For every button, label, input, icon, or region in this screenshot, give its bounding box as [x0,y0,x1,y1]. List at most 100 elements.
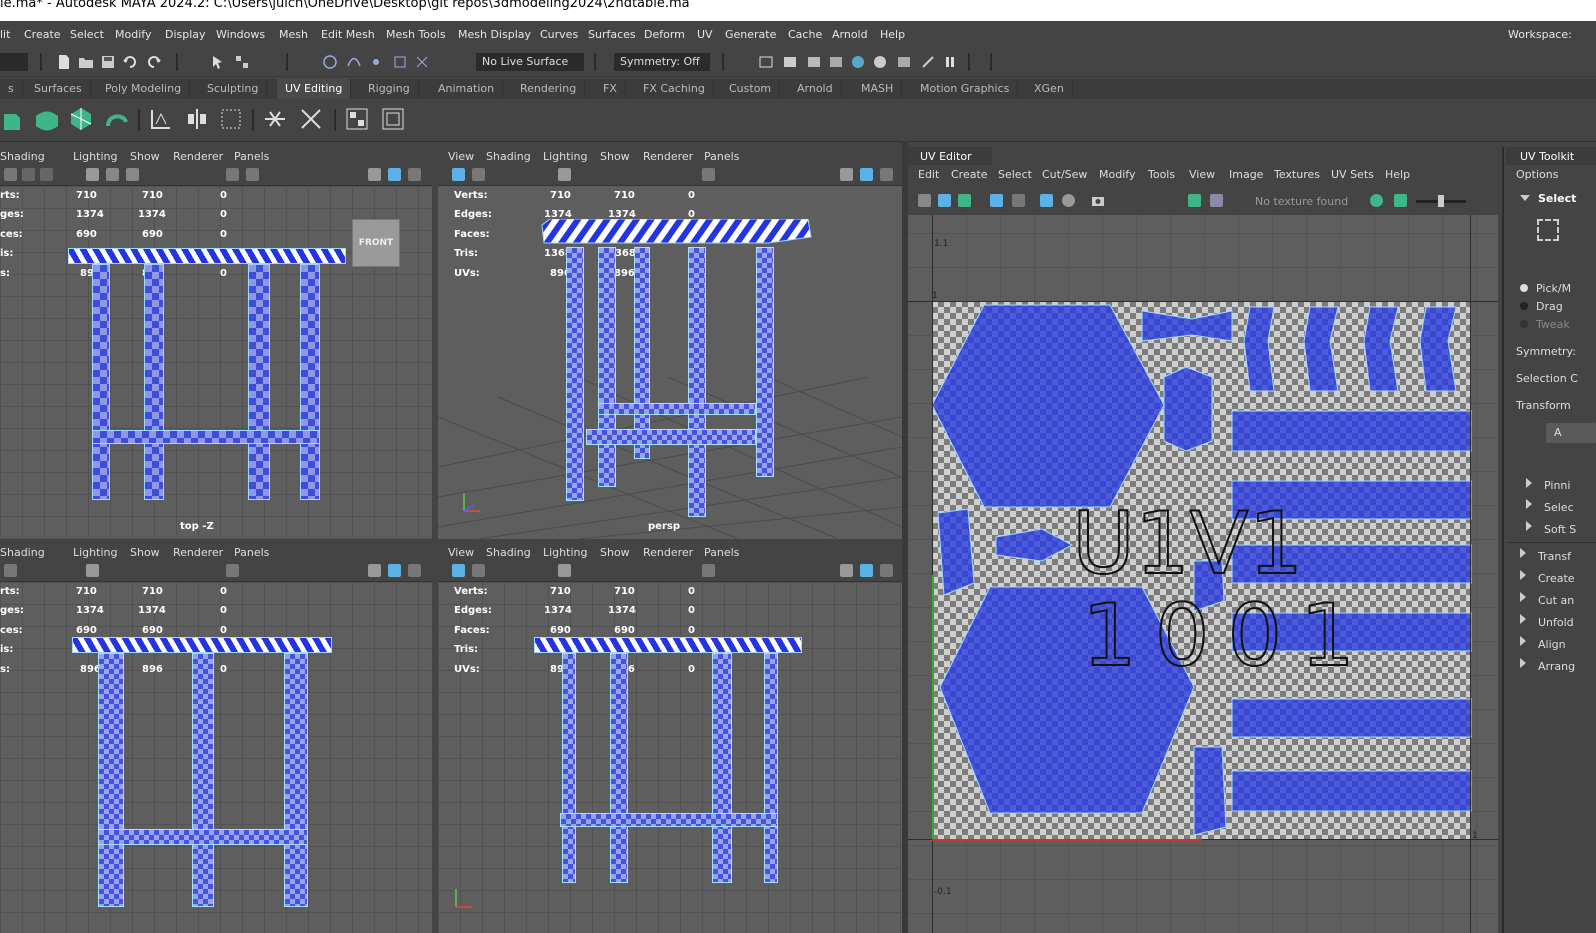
uv-shaded-icon[interactable] [938,194,951,207]
shaded-wireframe-icon[interactable] [840,168,853,181]
table-stretcher-mesh[interactable] [598,403,756,415]
table-top-mesh[interactable] [534,637,802,653]
vp-menu-show[interactable]: Show [130,546,160,559]
textured-icon[interactable] [860,168,873,181]
vp-menu-lighting[interactable]: Lighting [73,546,117,559]
uv-menu-view[interactable]: View [1189,168,1215,181]
vp-menu-renderer[interactable]: Renderer [173,546,223,559]
section-collapsed-icon[interactable] [1520,614,1526,624]
uv-menu-edit[interactable]: Edit [918,168,939,181]
uv-cylindrical-icon[interactable] [34,106,60,132]
uv-isolate-icon[interactable] [1062,194,1075,207]
menu-edit-mesh[interactable]: Edit Mesh [321,28,375,41]
shaded-wireframe-icon[interactable] [368,168,381,181]
section-create[interactable]: Create [1538,572,1575,585]
film-gate-icon[interactable] [106,168,119,181]
shelf-tab-fx[interactable]: FX [595,79,626,99]
table-leg-mesh[interactable] [610,653,628,883]
radio-drag-label[interactable]: Drag [1536,300,1563,313]
uv-snap-icon[interactable] [1012,194,1025,207]
snap-point-icon[interactable] [368,54,384,70]
menu-arnold[interactable]: Arnold [832,28,868,41]
tools-icon[interactable] [920,54,936,70]
render-settings-icon[interactable] [828,54,844,70]
table-stretcher-mesh[interactable] [560,813,778,827]
viewport-side[interactable]: Shading Lighting Show Renderer Panels rt… [0,543,432,933]
view-cube[interactable]: FRONT [352,219,400,267]
shelf-tab-curves[interactable]: s [0,79,23,99]
grid-toggle-icon[interactable] [86,168,99,181]
uv-menu-cut-sew[interactable]: Cut/Sew [1042,168,1087,181]
wireframe-icon[interactable] [702,168,715,181]
table-leg-mesh[interactable] [688,247,706,517]
section-collapsed-icon[interactable] [1520,658,1526,668]
vp-menu-shading[interactable]: Shading [0,150,45,163]
select-section-header[interactable]: Select [1538,192,1576,205]
table-stretcher-mesh[interactable] [98,829,308,845]
wireframe-icon[interactable] [226,168,239,181]
uv-toolkit-options-menu[interactable]: Options [1516,168,1558,181]
shelf-tab-xgen[interactable]: XGen [1026,79,1073,99]
uv-menu-create[interactable]: Create [951,168,988,181]
vp-menu-lighting[interactable]: Lighting [73,150,117,163]
table-leg-mesh[interactable] [712,653,732,883]
table-leg-mesh[interactable] [598,247,616,487]
uv-editor-tab[interactable]: UV Editor [908,147,992,165]
viewport-front[interactable]: View Shading Lighting Show Renderer Pane… [438,543,902,933]
uv-menu-modify[interactable]: Modify [1099,168,1135,181]
table-leg-mesh[interactable] [566,247,584,501]
uv-exposure-icon[interactable] [1370,194,1383,207]
table-leg-mesh[interactable] [98,653,124,907]
menu-create[interactable]: Create [24,28,61,41]
uv-grid[interactable]: U1V1 1001 1.1 1 -0.1 1 [908,215,1498,933]
subsection-collapsed-icon[interactable] [1526,478,1532,488]
shelf-tab-uv-editing[interactable]: UV Editing [277,79,352,99]
save-scene-icon[interactable] [100,54,116,70]
menuset-dropdown[interactable] [0,53,28,71]
uv-align-icon[interactable] [184,106,210,132]
subsection-select-by-type[interactable]: Selec [1544,501,1574,514]
uv-grid-icon[interactable] [990,194,1003,207]
shelf-tab-sculpting[interactable]: Sculpting [199,79,268,99]
shelf-tab-arnold[interactable]: Arnold [789,79,842,99]
uv-menu-textures[interactable]: Textures [1274,168,1320,181]
subsection-collapsed-icon[interactable] [1526,521,1532,531]
uv-image-display-icon[interactable] [1188,194,1201,207]
radio-drag[interactable] [1520,302,1528,310]
shaded-wireframe-icon[interactable] [840,564,853,577]
lighting-mode-icon[interactable] [880,564,893,577]
select-camera-icon[interactable] [452,168,465,181]
vp-menu-panels[interactable]: Panels [704,546,739,559]
uv-menu-tools[interactable]: Tools [1148,168,1175,181]
subsection-collapsed-icon[interactable] [1526,499,1532,509]
workspace-label[interactable]: Workspace: [1508,28,1572,41]
select-tool-icon[interactable] [210,54,226,70]
menu-generate[interactable]: Generate [725,28,776,41]
uv-auto-icon[interactable] [68,106,94,132]
bookmark-icon[interactable] [22,168,35,181]
menu-select[interactable]: Select [70,28,104,41]
uv-gamma-icon[interactable] [1394,194,1407,207]
section-collapsed-icon[interactable] [1520,548,1526,558]
render-frame-icon[interactable] [758,54,774,70]
shaded-wireframe-icon[interactable] [368,564,381,577]
table-leg-mesh[interactable] [300,264,320,500]
apply-button[interactable]: A [1546,423,1596,443]
shelf-tab-mash[interactable]: MASH [853,79,903,99]
textured-icon[interactable] [388,564,401,577]
lighting-mode-icon[interactable] [408,168,421,181]
section-collapsed-icon[interactable] [1520,592,1526,602]
radio-pick-selected[interactable] [1520,284,1528,292]
section-cut-and-sew[interactable]: Cut an [1538,594,1574,607]
select-camera-icon[interactable] [452,564,465,577]
viewport-persp[interactable]: View Shading Lighting Show Renderer Pane… [438,147,902,539]
table-leg-mesh[interactable] [756,247,774,477]
wireframe-icon[interactable] [226,564,239,577]
menu-help[interactable]: Help [880,28,905,41]
menu-mesh[interactable]: Mesh [279,28,308,41]
menu-windows[interactable]: Windows [216,28,265,41]
symmetry-dropdown[interactable]: Symmetry: Off [614,53,710,71]
snap-view-plane-icon[interactable] [392,54,408,70]
section-align-and-snap[interactable]: Align [1538,638,1566,651]
radio-tweak-label[interactable]: Tweak [1536,318,1570,331]
